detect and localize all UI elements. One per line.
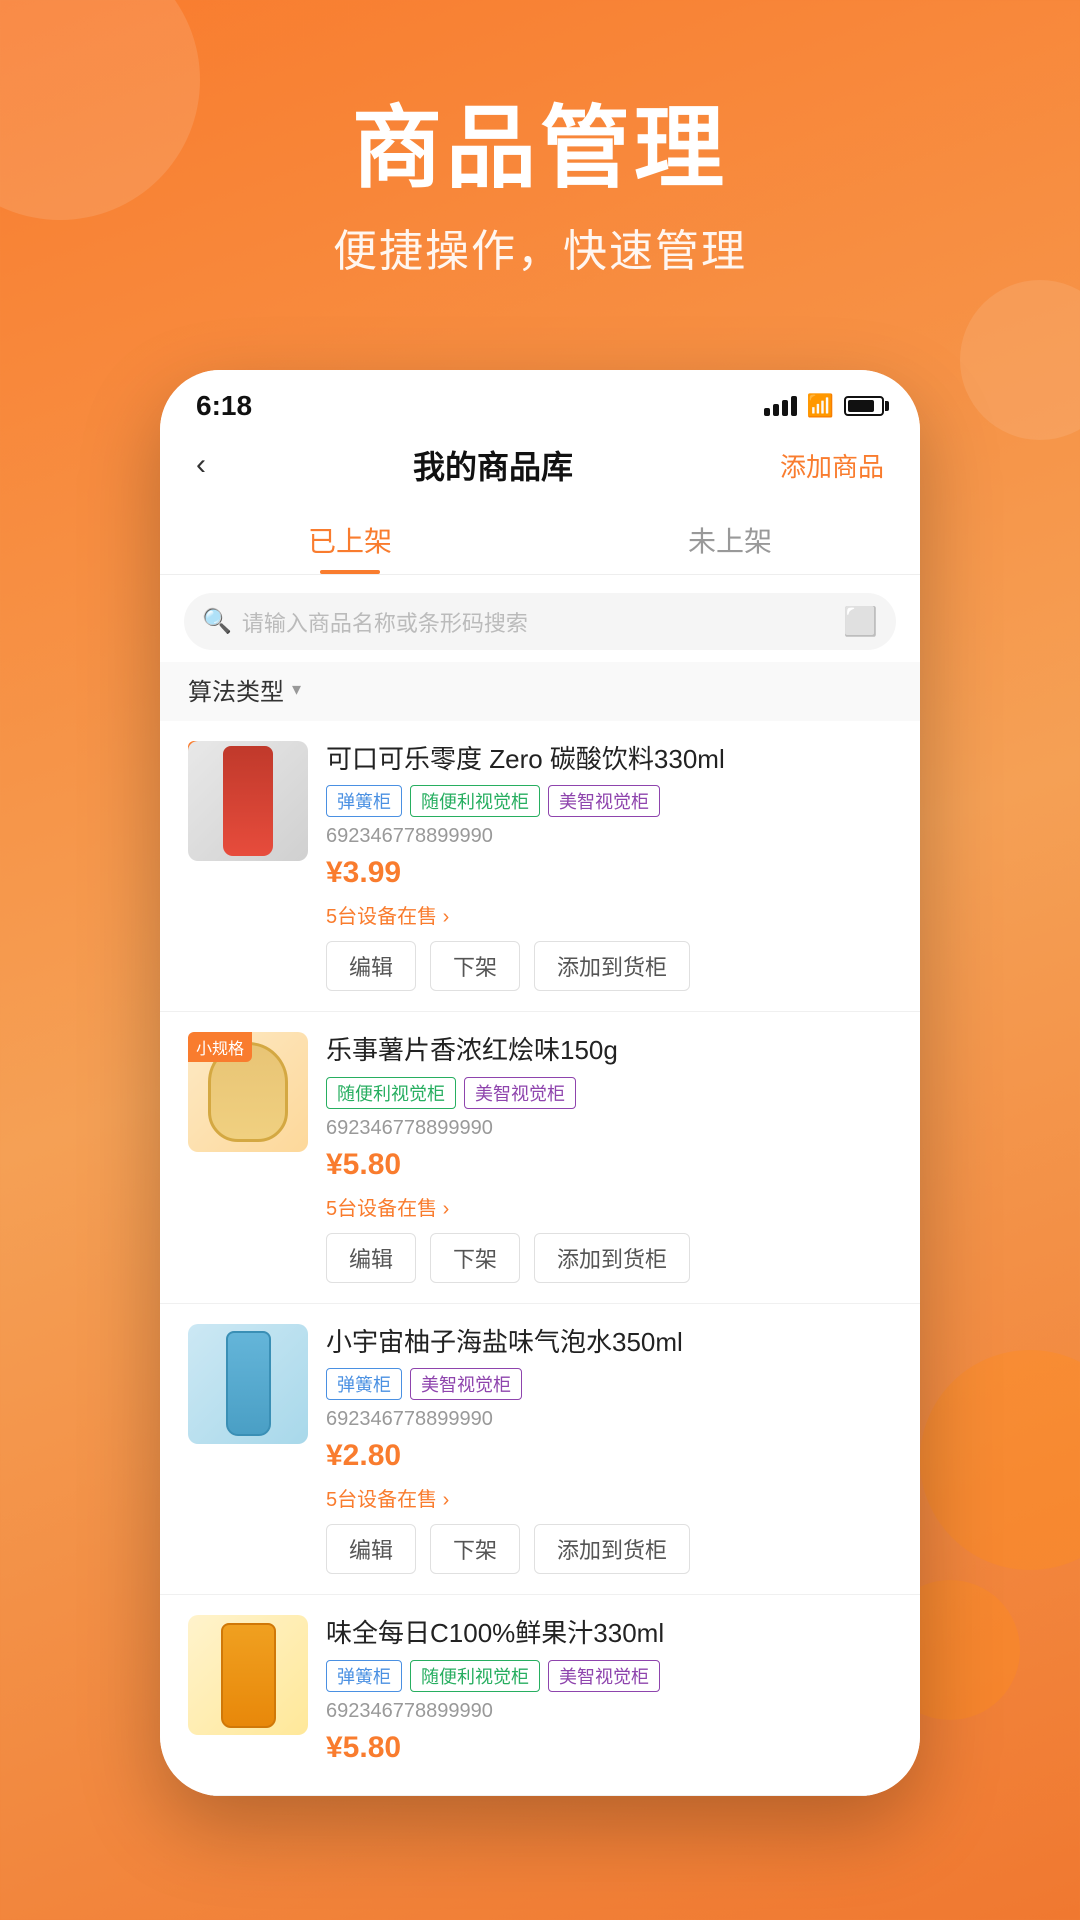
product-action-button[interactable]: 编辑 bbox=[326, 1233, 416, 1283]
scan-icon[interactable]: ⬜ bbox=[843, 605, 878, 638]
product-price: ¥3.99 bbox=[326, 856, 892, 890]
product-barcode: 692346778899990 bbox=[326, 1408, 892, 1431]
product-actions: 编辑下架添加到货柜 bbox=[326, 1524, 892, 1574]
product-item: 味全每日C100%鲜果汁330ml 弹簧柜随便利视觉柜美智视觉柜 6923467… bbox=[160, 1595, 920, 1795]
product-actions: 编辑下架添加到货柜 bbox=[326, 941, 892, 991]
bg-circle-3 bbox=[920, 1350, 1080, 1570]
product-image-wrap bbox=[188, 1615, 308, 1774]
search-bar[interactable]: 🔍 请输入商品名称或条形码搜索 ⬜ bbox=[184, 593, 896, 650]
product-devices[interactable]: 5台设备在售 › bbox=[326, 1192, 892, 1221]
wifi-icon: 📶 bbox=[807, 393, 834, 419]
tabs-bar: 已上架 未上架 bbox=[160, 504, 920, 575]
product-tags: 弹簧柜美智视觉柜 bbox=[326, 1368, 892, 1400]
product-action-button[interactable]: 添加到货柜 bbox=[534, 1233, 690, 1283]
back-button[interactable]: ‹ bbox=[196, 448, 206, 482]
product-tag: 随便利视觉柜 bbox=[410, 785, 540, 817]
product-action-button[interactable]: 下架 bbox=[430, 941, 520, 991]
product-image-wrap bbox=[188, 1324, 308, 1574]
product-action-button[interactable]: 编辑 bbox=[326, 1524, 416, 1574]
header-title: 商品管理 bbox=[0, 100, 1080, 199]
product-actions: 编辑下架添加到货柜 bbox=[326, 1233, 892, 1283]
product-image-wrap: 小规格 bbox=[188, 741, 308, 991]
status-time: 6:18 bbox=[196, 390, 252, 422]
product-devices[interactable]: 5台设备在售 › bbox=[326, 900, 892, 929]
product-name: 味全每日C100%鲜果汁330ml bbox=[326, 1615, 892, 1651]
product-tag: 美智视觉柜 bbox=[410, 1368, 522, 1400]
add-product-button[interactable]: 添加商品 bbox=[780, 447, 884, 484]
product-barcode: 692346778899990 bbox=[326, 1700, 892, 1723]
product-tag: 弹簧柜 bbox=[326, 785, 402, 817]
filter-label[interactable]: 算法类型 bbox=[188, 672, 284, 707]
phone-mockup: 6:18 📶 ‹ 我的商品库 添加商品 已上架 未上架 🔍 bbox=[160, 370, 920, 1796]
search-input[interactable]: 请输入商品名称或条形码搜索 bbox=[242, 606, 843, 638]
product-tag: 随便利视觉柜 bbox=[410, 1660, 540, 1692]
tab-on-shelf[interactable]: 已上架 bbox=[160, 504, 540, 574]
signal-icon bbox=[764, 396, 797, 416]
product-info: 小宇宙柚子海盐味气泡水350ml 弹簧柜美智视觉柜 69234677889999… bbox=[326, 1324, 892, 1574]
size-badge: 小规格 bbox=[188, 1032, 252, 1062]
product-image-wrap: 小规格 bbox=[188, 1032, 308, 1282]
product-action-button[interactable]: 下架 bbox=[430, 1233, 520, 1283]
product-price: ¥2.80 bbox=[326, 1439, 892, 1473]
product-info: 乐事薯片香浓红烩味150g 随便利视觉柜美智视觉柜 69234677889999… bbox=[326, 1032, 892, 1282]
product-tags: 随便利视觉柜美智视觉柜 bbox=[326, 1077, 892, 1109]
product-info: 味全每日C100%鲜果汁330ml 弹簧柜随便利视觉柜美智视觉柜 6923467… bbox=[326, 1615, 892, 1774]
filter-row: 算法类型 ▾ bbox=[160, 662, 920, 721]
product-item: 小规格 乐事薯片香浓红烩味150g 随便利视觉柜美智视觉柜 6923467788… bbox=[160, 1012, 920, 1303]
product-item: 小规格 可口可乐零度 Zero 碳酸饮料330ml 弹簧柜随便利视觉柜美智视觉柜… bbox=[160, 721, 920, 1012]
product-tag: 随便利视觉柜 bbox=[326, 1077, 456, 1109]
product-tag: 美智视觉柜 bbox=[548, 1660, 660, 1692]
header-area: 商品管理 便捷操作，快速管理 bbox=[0, 0, 1080, 339]
product-tag: 美智视觉柜 bbox=[464, 1077, 576, 1109]
product-name: 小宇宙柚子海盐味气泡水350ml bbox=[326, 1324, 892, 1360]
product-barcode: 692346778899990 bbox=[326, 1117, 892, 1140]
product-action-button[interactable]: 添加到货柜 bbox=[534, 941, 690, 991]
search-icon: 🔍 bbox=[202, 607, 232, 636]
header-subtitle: 便捷操作，快速管理 bbox=[0, 215, 1080, 279]
page-title: 我的商品库 bbox=[413, 442, 573, 488]
product-item: 小宇宙柚子海盐味气泡水350ml 弹簧柜美智视觉柜 69234677889999… bbox=[160, 1304, 920, 1595]
product-info: 可口可乐零度 Zero 碳酸饮料330ml 弹簧柜随便利视觉柜美智视觉柜 692… bbox=[326, 741, 892, 991]
product-devices[interactable]: 5台设备在售 › bbox=[326, 1483, 892, 1512]
product-tags: 弹簧柜随便利视觉柜美智视觉柜 bbox=[326, 1660, 892, 1692]
status-icons: 📶 bbox=[764, 393, 884, 419]
product-barcode: 692346778899990 bbox=[326, 825, 892, 848]
product-tag: 弹簧柜 bbox=[326, 1368, 402, 1400]
product-name: 可口可乐零度 Zero 碳酸饮料330ml bbox=[326, 741, 892, 777]
nav-bar: ‹ 我的商品库 添加商品 bbox=[160, 432, 920, 504]
product-list: 小规格 可口可乐零度 Zero 碳酸饮料330ml 弹簧柜随便利视觉柜美智视觉柜… bbox=[160, 721, 920, 1796]
filter-arrow-icon: ▾ bbox=[292, 679, 301, 700]
product-price: ¥5.80 bbox=[326, 1731, 892, 1765]
battery-icon bbox=[844, 396, 884, 416]
tab-off-shelf[interactable]: 未上架 bbox=[540, 504, 920, 574]
product-tags: 弹簧柜随便利视觉柜美智视觉柜 bbox=[326, 785, 892, 817]
product-name: 乐事薯片香浓红烩味150g bbox=[326, 1032, 892, 1068]
product-price: ¥5.80 bbox=[326, 1148, 892, 1182]
product-tag: 美智视觉柜 bbox=[548, 785, 660, 817]
product-action-button[interactable]: 下架 bbox=[430, 1524, 520, 1574]
product-action-button[interactable]: 添加到货柜 bbox=[534, 1524, 690, 1574]
product-tag: 弹簧柜 bbox=[326, 1660, 402, 1692]
product-action-button[interactable]: 编辑 bbox=[326, 941, 416, 991]
status-bar: 6:18 📶 bbox=[160, 370, 920, 432]
